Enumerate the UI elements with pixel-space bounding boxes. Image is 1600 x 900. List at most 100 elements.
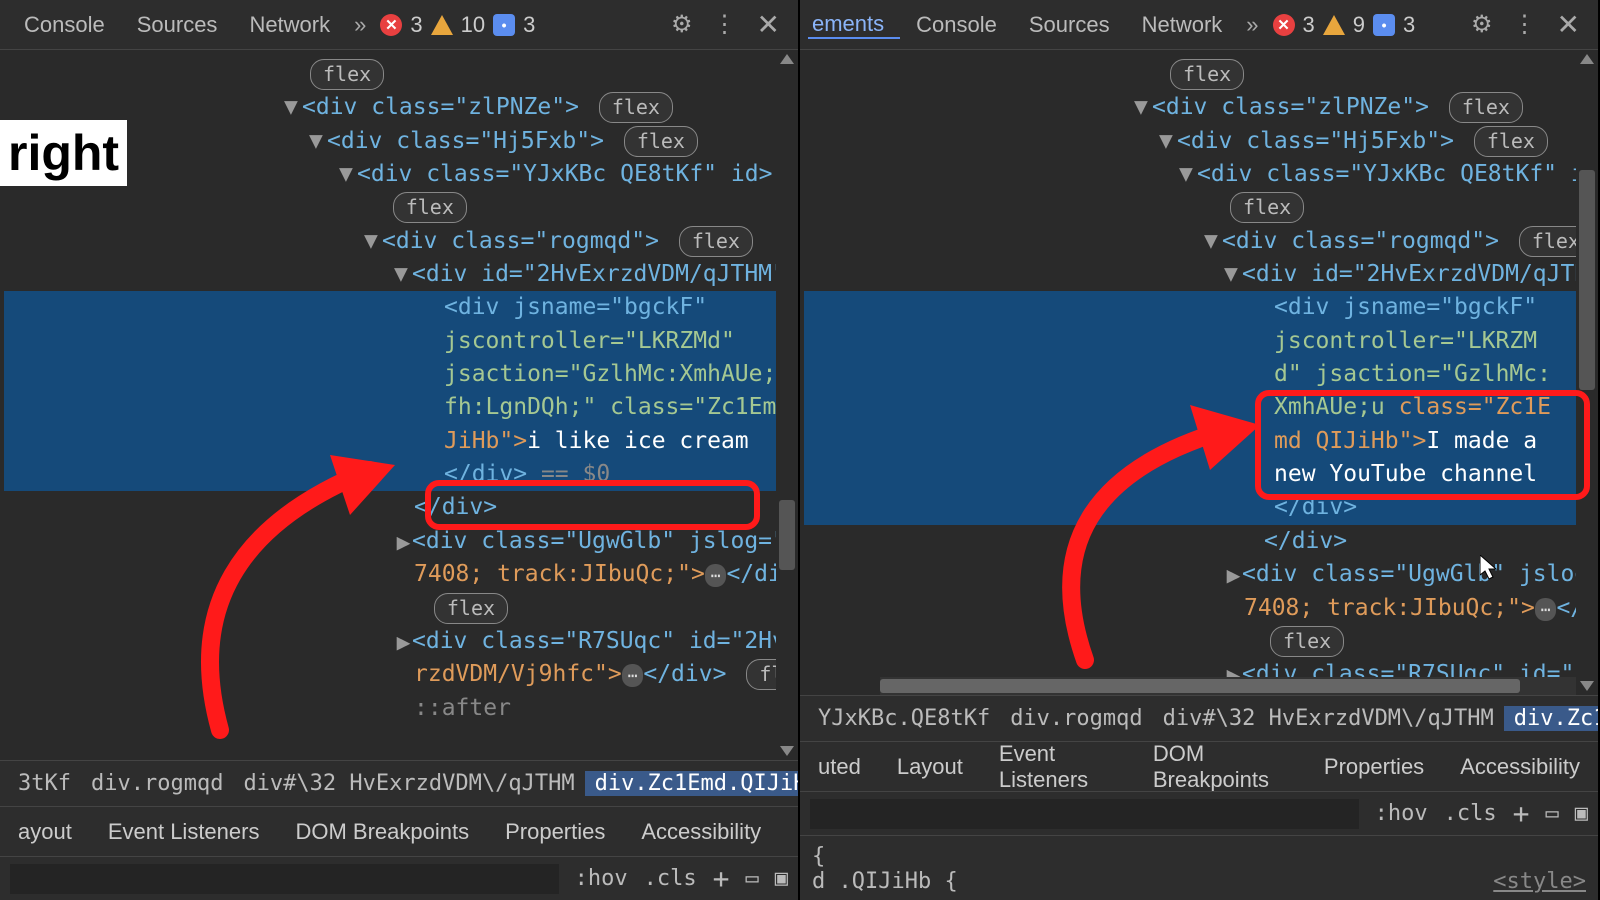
dom-node[interactable]: <div id="2HvExrzdVDM/qJTHM"> xyxy=(1242,261,1598,287)
tab-sources[interactable]: Sources xyxy=(1013,12,1126,38)
flex-badge[interactable]: flex xyxy=(310,59,384,90)
crumb[interactable]: div#\32 HvExrzdVDM\/qJTHM xyxy=(1153,706,1504,731)
subtab-properties[interactable]: Properties xyxy=(487,819,623,845)
toggle-sidebar-icon[interactable]: ▣ xyxy=(1575,801,1588,826)
flex-badge[interactable]: flex xyxy=(624,126,698,157)
styles-filter-input[interactable] xyxy=(810,799,1359,829)
crumb[interactable]: 3tKf xyxy=(8,771,81,796)
dom-node[interactable]: <div class="Hj5Fxb"> xyxy=(327,128,604,154)
dom-node[interactable]: <div class="rogmqd"> xyxy=(382,228,659,254)
subtab-event-listeners[interactable]: Event Listeners xyxy=(981,741,1135,793)
more-tabs-icon[interactable]: » xyxy=(1238,12,1266,38)
tab-console[interactable]: Console xyxy=(900,12,1013,38)
settings-icon[interactable]: ⚙ xyxy=(661,10,703,39)
flex-badge[interactable]: flex xyxy=(599,92,673,123)
subtab-event-listeners[interactable]: Event Listeners xyxy=(90,819,278,845)
scroll-up-icon[interactable] xyxy=(1580,54,1594,64)
flex-badge[interactable]: flex xyxy=(434,593,508,624)
hscroll-thumb[interactable] xyxy=(880,679,1520,693)
vertical-scrollbar[interactable] xyxy=(1576,50,1598,695)
kebab-menu-icon[interactable]: ⋮ xyxy=(703,10,747,39)
dom-node[interactable]: <div class="YJxKBc QE8tKf" id> xyxy=(357,161,772,187)
flex-badge[interactable]: flex xyxy=(1270,626,1344,657)
issue-counts[interactable]: ✕ 3 10 • 3 xyxy=(380,12,535,38)
hov-button[interactable]: :hov xyxy=(1375,801,1428,826)
dom-node-selected[interactable]: <div jsname="bgckF" xyxy=(1274,294,1537,320)
vertical-scrollbar[interactable] xyxy=(776,50,798,760)
flex-badge[interactable]: flex xyxy=(1170,59,1244,90)
flex-badge[interactable]: flex xyxy=(393,192,467,223)
scroll-up-icon[interactable] xyxy=(780,54,794,64)
horizontal-scrollbar[interactable] xyxy=(880,677,1578,695)
tab-network[interactable]: Network xyxy=(233,12,346,38)
tab-sources[interactable]: Sources xyxy=(121,12,234,38)
scroll-down-icon[interactable] xyxy=(780,746,794,756)
dom-attr: rzdVDM/Vj9hfc"> xyxy=(414,661,622,687)
css-brace: { xyxy=(812,844,825,869)
hov-button[interactable]: :hov xyxy=(575,866,628,891)
dom-node-selected[interactable]: <div jsname="bgckF" xyxy=(444,294,707,320)
dom-text-content[interactable]: i like ice cream xyxy=(527,428,749,454)
crumb[interactable]: YJxKBc.QE8tKf xyxy=(808,706,1000,731)
elements-tree-left[interactable]: flex ▼<div class="zlPNZe"> flex ▼<div cl… xyxy=(0,50,798,760)
device-icon[interactable]: ▭ xyxy=(1546,801,1559,826)
dom-node[interactable]: <div class="Hj5Fxb"> xyxy=(1177,128,1454,154)
subtab-layout[interactable]: Layout xyxy=(879,754,981,780)
flex-badge[interactable]: flex xyxy=(1474,126,1548,157)
flex-badge[interactable]: flex xyxy=(679,226,753,257)
issue-counts[interactable]: ✕ 3 9 • 3 xyxy=(1273,12,1416,38)
close-icon[interactable]: ✕ xyxy=(1547,8,1590,41)
warning-count: 10 xyxy=(461,12,485,38)
breadcrumb-bar-right[interactable]: YJxKBc.QE8tKf div.rogmqd div#\32 HvExrzd… xyxy=(800,695,1598,741)
ellipsis-icon[interactable]: ⋯ xyxy=(622,664,644,687)
dom-node[interactable]: <div class="zlPNZe"> xyxy=(302,94,579,120)
subtab-properties[interactable]: Properties xyxy=(1306,754,1442,780)
crumb[interactable]: div.rogmqd xyxy=(1000,706,1152,731)
crumb-selected[interactable]: div.Zc1Emd.QIJiHb xyxy=(585,771,798,796)
dom-node[interactable]: <div class="UgwGlb" jslog="1 xyxy=(412,528,798,554)
close-icon[interactable]: ✕ xyxy=(747,8,790,41)
tab-elements[interactable]: ements xyxy=(808,11,900,39)
breadcrumb-bar-left[interactable]: 3tKf div.rogmqd div#\32 HvExrzdVDM\/qJTH… xyxy=(0,760,798,806)
dom-node[interactable]: <div class="YJxKBc QE8tKf" id> xyxy=(1197,161,1598,187)
crumb[interactable]: div#\32 HvExrzdVDM\/qJTHM xyxy=(233,771,584,796)
new-style-icon[interactable]: + xyxy=(1513,797,1530,830)
ellipsis-icon[interactable]: ⋯ xyxy=(705,564,727,587)
flex-badge[interactable]: flex xyxy=(1449,92,1523,123)
scroll-thumb[interactable] xyxy=(779,500,795,570)
flex-badge[interactable]: flex xyxy=(1230,192,1304,223)
css-rule[interactable]: d .QIJiHb { xyxy=(812,869,958,894)
new-style-icon[interactable]: + xyxy=(713,862,730,895)
dom-node[interactable]: <div class="rogmqd"> xyxy=(1222,228,1499,254)
subtab-layout[interactable]: ayout xyxy=(0,819,90,845)
cls-button[interactable]: .cls xyxy=(644,866,697,891)
more-tabs-icon[interactable]: » xyxy=(346,12,374,38)
dom-close: </div> xyxy=(1274,494,1357,520)
info-icon: • xyxy=(493,14,515,36)
tab-console[interactable]: Console xyxy=(8,12,121,38)
scroll-thumb[interactable] xyxy=(1579,170,1595,390)
scroll-down-icon[interactable] xyxy=(1580,681,1594,691)
subtab-computed[interactable]: uted xyxy=(800,754,879,780)
tab-network[interactable]: Network xyxy=(1126,12,1239,38)
crumb-selected[interactable]: div.Zc1Emd.QIJiHb xyxy=(1504,706,1598,731)
dom-node[interactable]: <div class="zlPNZe"> xyxy=(1152,94,1429,120)
cls-button[interactable]: .cls xyxy=(1444,801,1497,826)
crumb[interactable]: div.rogmqd xyxy=(81,771,233,796)
settings-icon[interactable]: ⚙ xyxy=(1461,10,1503,39)
toggle-sidebar-icon[interactable]: ▣ xyxy=(775,866,788,891)
subtab-accessibility[interactable]: Accessibility xyxy=(1442,754,1598,780)
subtab-dom-breakpoints[interactable]: DOM Breakpoints xyxy=(1135,741,1306,793)
dom-node[interactable]: <div id="2HvExrzdVDM/qJTHM"> xyxy=(412,261,798,287)
elements-tree-right[interactable]: flex ▼<div class="zlPNZe"> flex ▼<div cl… xyxy=(800,50,1598,695)
subtab-dom-breakpoints[interactable]: DOM Breakpoints xyxy=(277,819,487,845)
kebab-menu-icon[interactable]: ⋮ xyxy=(1503,10,1547,39)
dom-node[interactable]: <div class="R7SUqc" id="2HvE xyxy=(412,628,798,654)
ellipsis-icon[interactable]: ⋯ xyxy=(1535,598,1557,621)
device-icon[interactable]: ▭ xyxy=(746,866,759,891)
dom-node[interactable]: <div class="UgwGlb" jslog="1 xyxy=(1242,561,1598,587)
subtab-accessibility[interactable]: Accessibility xyxy=(623,819,779,845)
style-source[interactable]: <style> xyxy=(1493,869,1586,894)
styles-filter-input[interactable] xyxy=(10,864,559,894)
styles-subtabs: ayout Event Listeners DOM Breakpoints Pr… xyxy=(0,806,798,856)
